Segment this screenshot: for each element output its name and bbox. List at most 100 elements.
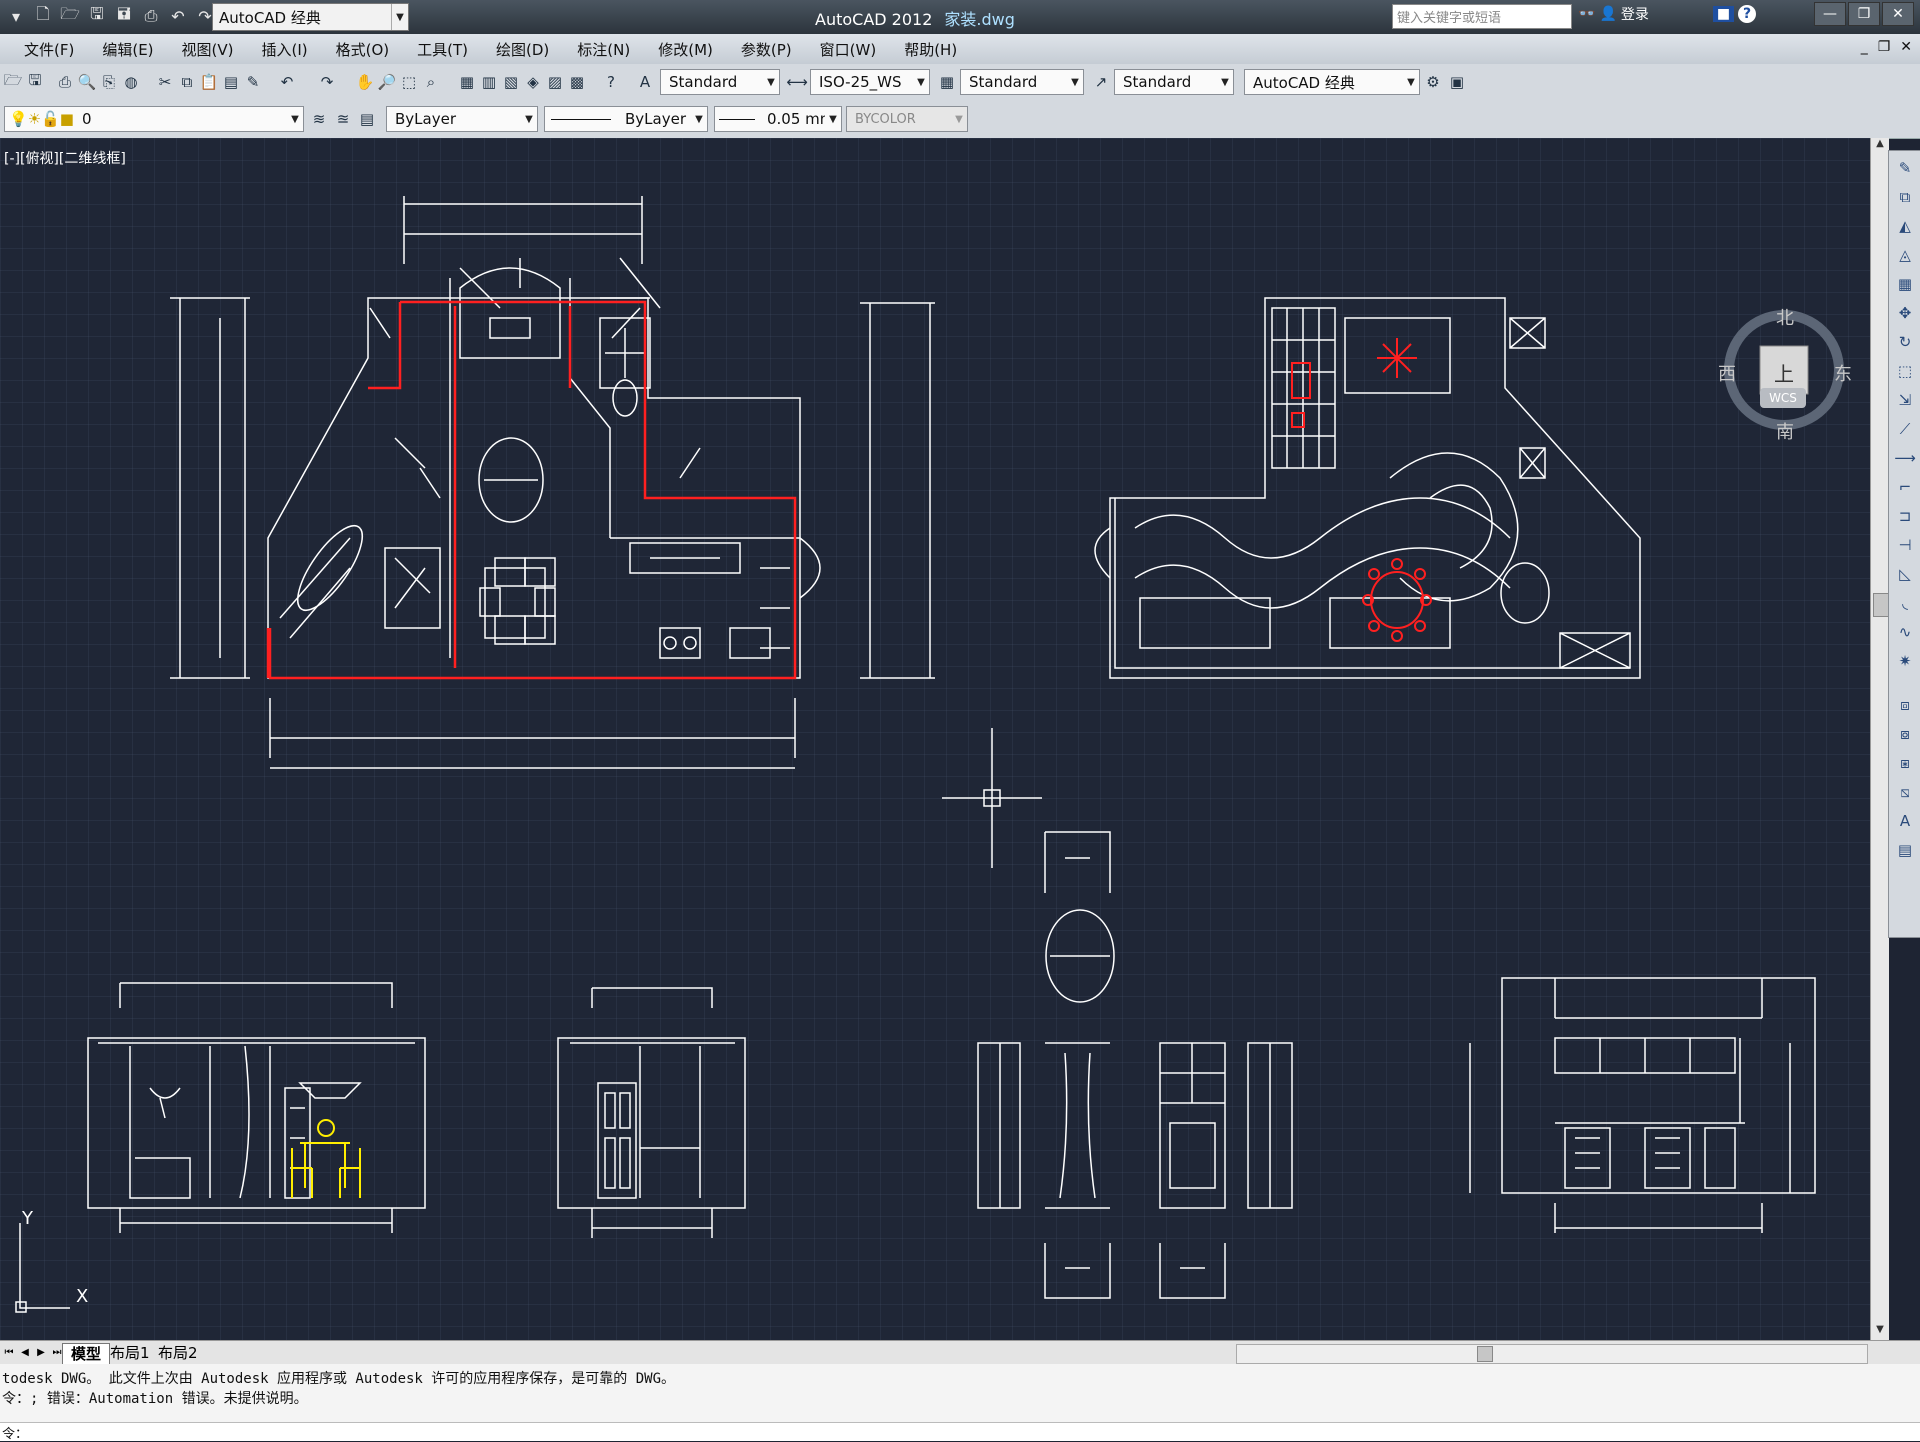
layer-dropdown[interactable]: 💡☀🔓■ 0 ▼ xyxy=(4,106,304,132)
menu-tools[interactable]: 工具(T) xyxy=(403,39,482,60)
table-style-dropdown[interactable]: Standard ▼ xyxy=(960,69,1084,95)
multileader-style-icon[interactable]: ↗ xyxy=(1090,70,1112,94)
menu-modify[interactable]: 修改(M) xyxy=(644,39,727,60)
draworder-under-icon[interactable]: ⧅ xyxy=(1893,780,1917,804)
doc-minimize-icon[interactable]: _ xyxy=(1861,39,1868,55)
copy-icon[interactable]: ⧉ xyxy=(176,70,198,94)
erase-icon[interactable]: ✎ xyxy=(1893,156,1917,180)
menu-view[interactable]: 视图(V) xyxy=(168,39,248,60)
scroll-up-icon[interactable]: ▲ xyxy=(1871,138,1889,154)
design-center-icon[interactable]: ▥ xyxy=(478,70,500,94)
login-button[interactable]: 登录 xyxy=(1621,4,1649,24)
fillet-icon[interactable]: ◟ xyxy=(1893,591,1917,615)
doc-close-icon[interactable]: ✕ xyxy=(1900,39,1912,55)
menu-insert[interactable]: 插入(I) xyxy=(248,39,322,60)
menu-parametric[interactable]: 参数(P) xyxy=(727,39,806,60)
menu-edit[interactable]: 编辑(E) xyxy=(88,39,167,60)
dim-style-dropdown[interactable]: ISO-25_WS ▼ xyxy=(810,69,930,95)
scroll-thumb[interactable] xyxy=(1477,1346,1493,1362)
next-tab-icon[interactable]: ▶ xyxy=(34,1344,48,1360)
command-input[interactable]: 令： xyxy=(0,1422,1920,1442)
draworder-back-icon[interactable]: ⧇ xyxy=(1893,722,1917,746)
array-icon[interactable]: ▦ xyxy=(1893,272,1917,296)
help-icon[interactable]: ? xyxy=(600,70,622,94)
scale-icon[interactable]: ⬚ xyxy=(1893,359,1917,383)
viewcube[interactable]: 北 南 西 东 上 xyxy=(1718,298,1852,450)
rotate-icon[interactable]: ↻ xyxy=(1893,330,1917,354)
app-menu-icon[interactable]: ▾ xyxy=(4,4,28,28)
exchange-icon[interactable]: ■ xyxy=(1712,6,1735,22)
join-icon[interactable]: ⊣ xyxy=(1893,533,1917,557)
draworder-above-icon[interactable]: ⧆ xyxy=(1893,751,1917,775)
redo-icon[interactable]: ↷ xyxy=(316,70,338,94)
multileader-style-dropdown[interactable]: Standard ▼ xyxy=(1114,69,1234,95)
break-icon[interactable]: ⊐ xyxy=(1893,504,1917,528)
viewcube-west[interactable]: 西 xyxy=(1718,360,1736,386)
prev-tab-icon[interactable]: ◀ xyxy=(18,1344,32,1360)
lineweight-control-dropdown[interactable]: 0.05 mm ▼ xyxy=(714,106,842,132)
workspace-settings-icon[interactable]: ⚙ xyxy=(1422,70,1444,94)
zoom-window-icon[interactable]: ⬚ xyxy=(398,70,420,94)
undo-icon[interactable]: ↶ xyxy=(276,70,298,94)
print-icon[interactable]: ⎙ xyxy=(139,4,163,28)
menu-help[interactable]: 帮助(H) xyxy=(890,39,971,60)
dim-style-icon[interactable]: ⟷ xyxy=(786,70,808,94)
viewcube-east[interactable]: 东 xyxy=(1834,360,1852,386)
binoculars-icon[interactable]: 👓 xyxy=(1578,6,1595,22)
plot-icon[interactable]: ⎙ xyxy=(54,70,76,94)
scroll-down-icon[interactable]: ▼ xyxy=(1871,1324,1889,1340)
open-file-icon[interactable]: 🗁 xyxy=(58,4,82,28)
copy-object-icon[interactable]: ⧉ xyxy=(1893,185,1917,209)
properties-icon[interactable]: ▦ xyxy=(456,70,478,94)
offset-icon[interactable]: ◬ xyxy=(1893,243,1917,267)
viewcube-north[interactable]: 北 xyxy=(1776,304,1794,330)
workspace-save-icon[interactable]: ▣ xyxy=(1446,70,1468,94)
blend-icon[interactable]: ∿ xyxy=(1893,620,1917,644)
text-style-dropdown[interactable]: Standard ▼ xyxy=(660,69,780,95)
preview-icon[interactable]: 🔍 xyxy=(76,70,98,94)
viewcube-top[interactable]: 上 xyxy=(1774,358,1794,387)
scroll-thumb[interactable] xyxy=(1873,593,1889,617)
markup-icon[interactable]: ▨ xyxy=(544,70,566,94)
vertical-scrollbar[interactable]: ▲ ▼ xyxy=(1870,138,1889,1340)
3d-dwf-icon[interactable]: ◍ xyxy=(120,70,142,94)
doc-restore-icon[interactable]: ❐ xyxy=(1878,39,1891,55)
move-icon[interactable]: ✥ xyxy=(1893,301,1917,325)
text-front-icon[interactable]: A xyxy=(1893,809,1917,833)
undo-icon[interactable]: ↶ xyxy=(166,4,190,28)
workspace-toolbar-dropdown[interactable]: AutoCAD 经典 ▼ xyxy=(1244,69,1420,95)
tab-layout2[interactable]: 布局2 xyxy=(150,1343,206,1363)
zoom-realtime-icon[interactable]: 🔎 xyxy=(376,70,398,94)
qnew-icon[interactable]: 🗁 xyxy=(2,70,24,94)
table-style-icon[interactable]: ▦ xyxy=(936,70,958,94)
color-control-dropdown[interactable]: ByLayer ▼ xyxy=(386,106,538,132)
save-icon[interactable]: 🖫 xyxy=(24,70,46,94)
menu-format[interactable]: 格式(O) xyxy=(322,39,404,60)
help-button[interactable]: ? xyxy=(1738,5,1757,23)
sheet-set-icon[interactable]: ◈ xyxy=(522,70,544,94)
mirror-icon[interactable]: ◭ xyxy=(1893,214,1917,238)
text-style-icon[interactable]: A xyxy=(634,70,656,94)
close-icon[interactable]: ✕ xyxy=(1882,2,1914,26)
wcs-menu[interactable]: WCS xyxy=(1760,388,1806,408)
menu-draw[interactable]: 绘图(D) xyxy=(482,39,563,60)
layer-previous-icon[interactable]: ≊ xyxy=(332,107,354,131)
layer-states-icon[interactable]: ▤ xyxy=(356,107,378,131)
extend-icon[interactable]: ⟶ xyxy=(1893,446,1917,470)
user-icon[interactable]: 👤 xyxy=(1599,6,1616,22)
tool-palettes-icon[interactable]: ▧ xyxy=(500,70,522,94)
publish-icon[interactable]: ⎘ xyxy=(98,70,120,94)
minimize-icon[interactable]: — xyxy=(1814,2,1846,26)
horizontal-scrollbar[interactable] xyxy=(1236,1344,1868,1364)
first-tab-icon[interactable]: ⏮ xyxy=(2,1344,16,1360)
search-input[interactable]: 键入关键字或短语 xyxy=(1392,4,1572,29)
break-point-icon[interactable]: ⌐ xyxy=(1893,475,1917,499)
draworder-front-icon[interactable]: ⧈ xyxy=(1893,693,1917,717)
match-properties-icon[interactable]: ✎ xyxy=(242,70,264,94)
paste-special-icon[interactable]: ▤ xyxy=(220,70,242,94)
menu-file[interactable]: 文件(F) xyxy=(10,39,88,60)
menu-dimension[interactable]: 标注(N) xyxy=(563,39,644,60)
trim-icon[interactable]: ⟋ xyxy=(1893,417,1917,441)
drawing-viewport[interactable]: [-][俯视][二维线框] 北 南 西 东 上 WCS Y X xyxy=(0,138,1870,1340)
viewcube-south[interactable]: 南 xyxy=(1776,418,1794,444)
